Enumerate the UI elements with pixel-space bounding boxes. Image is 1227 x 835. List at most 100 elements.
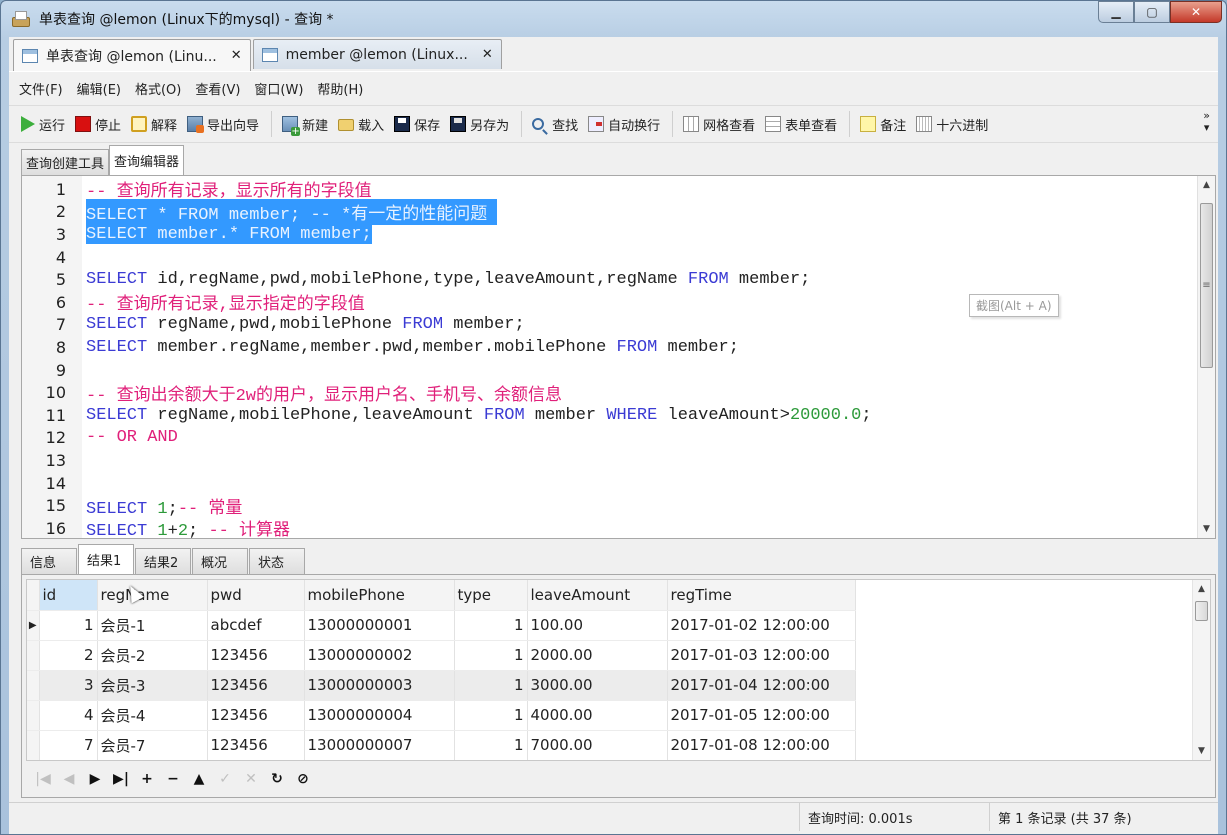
code-line[interactable]: 2 SELECT * FROM member; -- *有一定的性能问题 [22, 198, 498, 225]
code-line[interactable]: 7 SELECT regName,pwd,mobilePhone FROM mem… [22, 314, 525, 337]
code-line[interactable]: 4 [22, 246, 66, 269]
cell-pwd[interactable]: 123456 [207, 730, 305, 760]
cell-regName[interactable]: 会员-7 [97, 730, 208, 760]
code-line[interactable]: 11 SELECT regName,mobilePhone,leaveAmount… [22, 404, 872, 427]
cancel-changes-button[interactable]: ✕ [238, 771, 264, 787]
run-button[interactable]: 运行 [21, 115, 65, 134]
cell-regName[interactable]: 会员-2 [97, 640, 208, 671]
stop-loading-button[interactable]: ⊘ [290, 771, 316, 787]
prev-record-button[interactable]: ◀ [56, 771, 82, 787]
cell-pwd[interactable]: 123456 [207, 640, 305, 671]
code-line[interactable]: 5 SELECT id,regName,pwd,mobilePhone,type,… [22, 268, 811, 291]
cell-regName[interactable]: 会员-4 [97, 700, 208, 731]
column-header-leaveAmount[interactable]: leaveAmount [527, 580, 668, 611]
code-line[interactable]: 1 -- 查询所有记录，显示所有的字段值 [22, 178, 372, 203]
editor-scroll-thumb[interactable]: ≡ [1200, 203, 1213, 368]
table-row[interactable]: 7 会员-7 123456 13000000007 1 7000.00 2017-01-08… [27, 730, 856, 760]
cell-type[interactable]: 1 [454, 700, 528, 731]
save-as-button[interactable]: 另存为 [450, 115, 509, 134]
apply-changes-button[interactable]: ▲ [186, 771, 212, 787]
tab-info[interactable]: 信息 [21, 548, 77, 574]
cell-id[interactable]: 3 [39, 670, 98, 701]
code-line[interactable]: 14 [22, 472, 66, 495]
next-record-button[interactable]: ▶ [82, 771, 108, 787]
cell-leaveAmount[interactable]: 7000.00 [527, 730, 668, 760]
cell-mobilePhone[interactable]: 13000000004 [304, 700, 455, 731]
cell-mobilePhone[interactable]: 13000000007 [304, 730, 455, 760]
cell-type[interactable]: 1 [454, 640, 528, 671]
cell-regTime[interactable]: 2017-01-04 12:00:00 [667, 670, 856, 701]
menu-window[interactable]: 窗口(W) [254, 79, 303, 98]
tab-query-editor[interactable]: 查询编辑器 [109, 145, 185, 175]
menu-view[interactable]: 查看(V) [195, 79, 240, 98]
cell-pwd[interactable]: 123456 [207, 670, 305, 701]
save-button[interactable]: 保存 [394, 115, 440, 134]
cell-regName[interactable]: 会员-1 [97, 610, 208, 641]
editor-vertical-scrollbar[interactable]: ▲ ≡ ▼ [1197, 176, 1215, 538]
find-button[interactable]: 查找 [532, 115, 578, 134]
row-indicator[interactable] [27, 730, 40, 760]
tab-profile[interactable]: 概况 [192, 548, 248, 574]
cell-mobilePhone[interactable]: 13000000003 [304, 670, 455, 701]
cell-mobilePhone[interactable]: 13000000002 [304, 640, 455, 671]
hex-button[interactable]: 十六进制 [916, 115, 988, 134]
cell-pwd[interactable]: abcdef [207, 610, 305, 641]
load-button[interactable]: 载入 [338, 115, 384, 134]
new-button[interactable]: 新建 [282, 115, 328, 136]
row-indicator[interactable] [27, 670, 40, 701]
cell-regTime[interactable]: 2017-01-05 12:00:00 [667, 700, 856, 731]
cell-id[interactable]: 4 [39, 700, 98, 731]
cell-pwd[interactable]: 123456 [207, 700, 305, 731]
code-line[interactable]: 16 SELECT 1+2; -- 计算器 [22, 517, 290, 538]
cell-type[interactable]: 1 [454, 730, 528, 760]
maximize-button[interactable]: ▢ [1134, 1, 1170, 23]
table-row[interactable]: 4 会员-4 123456 13000000004 1 4000.00 2017-01-05… [27, 700, 856, 731]
grid-scroll-thumb[interactable] [1195, 601, 1208, 621]
cell-regTime[interactable]: 2017-01-02 12:00:00 [667, 610, 856, 641]
menu-format[interactable]: 格式(O) [135, 79, 181, 98]
explain-button[interactable]: 解释 [131, 115, 177, 134]
code-line[interactable]: 15 SELECT 1;-- 常量 [22, 494, 243, 519]
toolbar-overflow-button[interactable]: » ▾ [1203, 110, 1210, 134]
stop-button[interactable]: 停止 [75, 115, 121, 134]
minimize-button[interactable]: ▁ [1098, 1, 1134, 23]
cell-leaveAmount[interactable]: 100.00 [527, 610, 668, 641]
code-line[interactable]: 6 -- 查询所有记录,显示指定的字段值 [22, 291, 365, 316]
code-line[interactable]: 12 -- OR AND [22, 427, 178, 450]
last-record-button[interactable]: ▶| [108, 771, 134, 787]
menu-file[interactable]: 文件(F) [19, 79, 63, 98]
sql-editor[interactable]: 1 -- 查询所有记录，显示所有的字段值 2 SELECT * FROM member… [21, 175, 1216, 539]
current-row-indicator-icon[interactable]: ▶ [27, 610, 40, 641]
column-header-mobilePhone[interactable]: mobilePhone [304, 580, 455, 611]
table-row[interactable]: 3 会员-3 123456 13000000003 1 3000.00 2017-01-04… [27, 670, 856, 701]
tab-query-builder[interactable]: 查询创建工具 [21, 149, 110, 175]
code-line[interactable]: 8 SELECT member.regName,member.pwd,member… [22, 336, 739, 359]
cell-leaveAmount[interactable]: 4000.00 [527, 700, 668, 731]
column-header-regTime[interactable]: regTime [667, 580, 856, 611]
scroll-up-arrow-icon[interactable]: ▲ [1198, 176, 1215, 194]
cell-mobilePhone[interactable]: 13000000001 [304, 610, 455, 641]
cell-leaveAmount[interactable]: 2000.00 [527, 640, 668, 671]
menu-edit[interactable]: 编辑(E) [77, 79, 121, 98]
column-header-id[interactable]: id [39, 580, 98, 611]
close-tab-icon[interactable]: ✕ [482, 47, 493, 62]
scroll-down-arrow-icon[interactable]: ▼ [1198, 520, 1215, 538]
doc-tab-member[interactable]: member @lemon (Linux... ✕ [252, 39, 502, 69]
memo-button[interactable]: 备注 [860, 115, 906, 134]
cell-id[interactable]: 7 [39, 730, 98, 760]
table-row[interactable]: ▶ 1 会员-1 abcdef 13000000001 1 100.00 2017-01-02… [27, 610, 856, 641]
cell-id[interactable]: 2 [39, 640, 98, 671]
column-header-type[interactable]: type [454, 580, 528, 611]
cell-type[interactable]: 1 [454, 670, 528, 701]
cell-type[interactable]: 1 [454, 610, 528, 641]
cell-id[interactable]: 1 [39, 610, 98, 641]
cell-regTime[interactable]: 2017-01-08 12:00:00 [667, 730, 856, 760]
code-line[interactable]: 13 [22, 449, 66, 472]
close-tab-icon[interactable]: ✕ [231, 48, 242, 63]
grid-vertical-scrollbar[interactable]: ▲ ▼ [1192, 580, 1210, 760]
scroll-up-arrow-icon[interactable]: ▲ [1193, 580, 1210, 598]
cell-leaveAmount[interactable]: 3000.00 [527, 670, 668, 701]
export-wizard-button[interactable]: 导出向导 [187, 115, 259, 134]
cell-regTime[interactable]: 2017-01-03 12:00:00 [667, 640, 856, 671]
delete-record-button[interactable]: − [160, 771, 186, 787]
